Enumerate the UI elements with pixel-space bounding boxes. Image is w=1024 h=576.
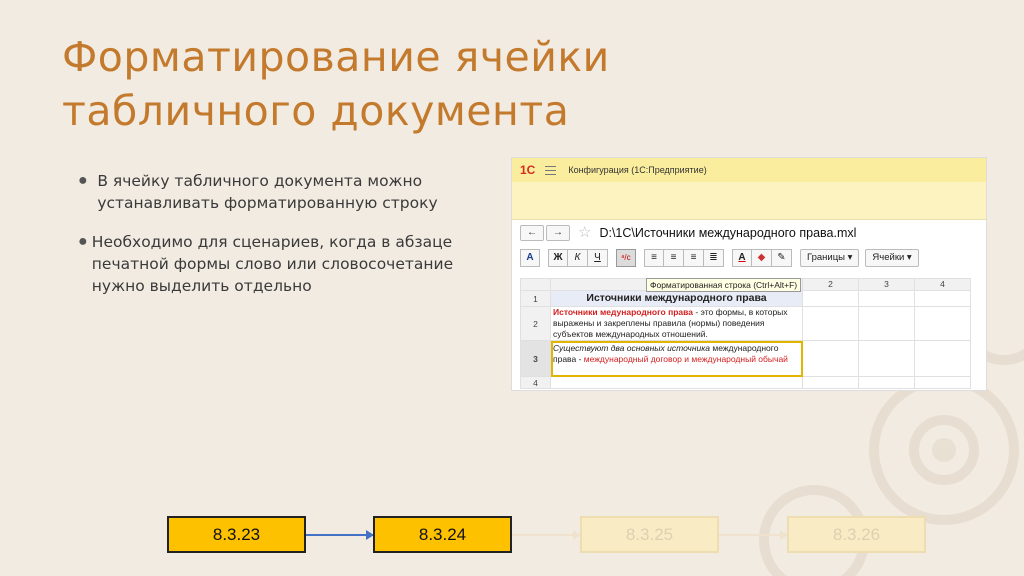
bullet-dot: ● [78,233,88,250]
version-box-faded: 8.3.26 [787,516,926,553]
tooltip: Форматированная строка (Ctrl+Alt+F) [646,278,802,292]
arrow-icon [306,530,374,540]
formatted-string-button[interactable]: ᵃ/c [616,249,636,267]
nav-row: ← → ☆ D:\1C\Источники международного пра… [512,220,986,246]
spreadsheet-grid: 1 2 3 4 1 Источники международного права… [520,278,986,390]
italic-button[interactable]: К [568,249,588,267]
forward-button[interactable]: → [546,225,570,241]
title-line-1: Форматирование ячейки [62,33,610,81]
column-header[interactable]: 3 [858,278,915,291]
bullet-list: ● В ячейку табличного документа можно ус… [78,170,478,314]
bullet-text: В ячейку табличного документа можно уста… [97,172,438,212]
back-button[interactable]: ← [520,225,544,241]
star-icon[interactable]: ☆ [578,225,591,241]
app-topbar: 1С Конфигурация (1С:Предприятие) [512,158,986,182]
bullet-dot: ● [78,172,88,189]
app-screenshot: 1С Конфигурация (1С:Предприятие) ← → ☆ D… [511,157,987,391]
row-number[interactable]: 3 [520,340,551,377]
version-box-faded: 8.3.25 [580,516,719,553]
cell-italic-text: Существуют два основных источника [553,343,710,353]
borders-dropdown[interactable]: Границы ▾ [800,249,860,267]
text-color-button[interactable]: A [732,249,752,267]
cell-row2[interactable]: Источники медународного права - это форм… [550,306,803,341]
font-button[interactable]: A [520,249,540,267]
version-box-active: 8.3.23 [167,516,306,553]
cells-dropdown[interactable]: Ячейки ▾ [865,249,919,267]
cell-red-text: Источники медународного права [553,307,693,317]
pencil-icon[interactable]: ✎ [772,249,792,267]
arrow-icon [719,530,788,540]
align-right-icon[interactable]: ≡ [684,249,704,267]
cell-red-text: международный договор и международный об… [583,354,788,364]
title-line-2: табличного документа [62,87,570,135]
row-number[interactable]: 2 [520,306,551,341]
bullet-item: ● Необходимо для сценариев, когда в абза… [78,231,478,297]
version-box-active: 8.3.24 [373,516,512,553]
slide-title: Форматирование ячейки табличного докумен… [62,30,962,138]
row-number[interactable]: 4 [520,376,551,389]
config-title: Конфигурация (1С:Предприятие) [568,165,707,175]
align-center-icon[interactable]: ≡ [664,249,684,267]
column-header[interactable]: 2 [802,278,859,291]
bold-button[interactable]: Ж [548,249,568,267]
bullet-text: Необходимо для сценариев, когда в абзаце… [91,233,454,295]
align-justify-icon[interactable]: ≣ [704,249,724,267]
align-left-icon[interactable]: ≡ [644,249,664,267]
column-header[interactable]: 4 [914,278,971,291]
document-title: D:\1C\Источники международного права.mxl [599,226,857,240]
cell-row3-selected[interactable]: Существуют два основных источника междун… [550,340,803,377]
underline-button[interactable]: Ч [588,249,608,267]
toolbar: A Ж К Ч ᵃ/c ≡ ≡ ≡ ≣ A ◆ ✎ Границы ▾ Ячей… [512,246,986,270]
menu-icon[interactable] [545,165,557,175]
panel-band [512,182,986,220]
arrow-icon [512,530,581,540]
row-number[interactable]: 1 [520,290,551,307]
cell-row1[interactable]: Источники международного права [550,290,803,307]
fill-color-icon[interactable]: ◆ [752,249,772,267]
bullet-item: ● В ячейку табличного документа можно ус… [78,170,478,214]
app-logo: 1С [520,163,536,177]
